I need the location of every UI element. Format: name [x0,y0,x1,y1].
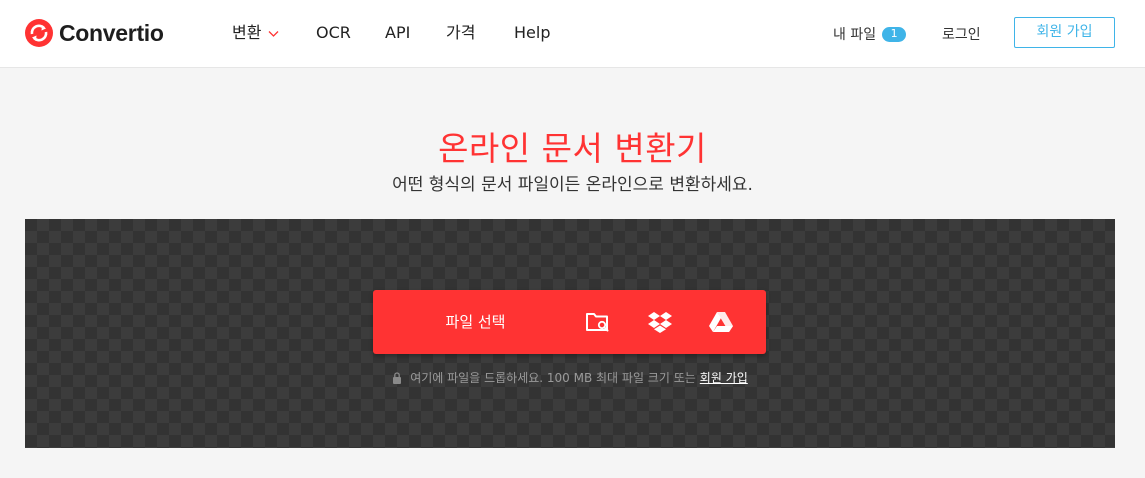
brand-name: Convertio [59,19,164,46]
page-title: 온라인 문서 변환기 [438,129,707,168]
convertio-logo-icon [25,19,53,47]
nav-api-link[interactable]: API [385,24,410,42]
my-files-link[interactable]: 내 파일 1 [833,24,907,44]
my-files-label: 내 파일 [833,27,877,43]
page-subtitle: 어떤 형식의 문서 파일이든 온라인으로 변환하세요. [392,175,753,195]
google-drive-icon[interactable] [707,309,735,335]
nav-ocr-link[interactable]: OCR [316,24,351,42]
choose-file-button[interactable]: 파일 선택 [373,290,578,354]
login-link[interactable]: 로그인 [942,24,981,44]
signup-button[interactable]: 회원 가입 [1014,17,1115,48]
folder-search-icon[interactable] [584,309,612,335]
hint-signup-link[interactable]: 회원 가입 [700,369,748,386]
dropbox-icon[interactable] [646,309,674,335]
nav-help-link[interactable]: Help [514,24,550,42]
lock-icon [393,371,402,384]
nav-convert-label: 변환 [232,23,262,42]
nav-convert-menu[interactable]: 변환 [232,24,279,42]
drop-hint-text: 여기에 파일을 드롭하세요. 100 MB 최대 파일 크기 또는 [410,371,696,385]
chevron-down-icon [268,30,279,37]
convertio-logo[interactable]: Convertio [25,18,164,48]
file-drop-zone[interactable]: 파일 선택 여기에 파일을 드롭하세요. 100 MB 최대 파일 크기 또는 … [25,219,1115,448]
my-files-count-badge: 1 [882,26,907,42]
drop-hint: 여기에 파일을 드롭하세요. 100 MB 최대 파일 크기 또는 회원 가입 [25,369,1115,386]
file-select-bar: 파일 선택 [373,290,766,354]
top-header: Convertio 변환 OCR API 가격 Help 내 파일 1 로그인 … [0,0,1145,68]
nav-pricing-link[interactable]: 가격 [446,24,475,42]
